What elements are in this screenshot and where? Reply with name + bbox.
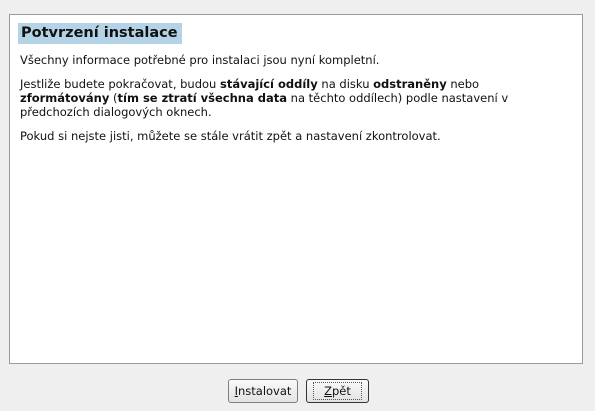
go-back-hint-text: Pokud si nejste jisti, můžete se stále v… [20,129,441,143]
warning-bold-formatted: zformátovány [20,91,110,105]
warning-text-part: na disku [317,77,374,91]
warning-bold-data-loss: tím se ztratí všechna data [117,91,288,105]
button-row: Instalovat Zpět [0,379,595,405]
panel-title: Potvrzení instalace [18,23,182,44]
back-button[interactable]: Zpět [306,379,369,403]
back-button-mnemonic: Z [324,384,332,398]
warning-text-part: Jestliže budete pokračovat, budou [20,77,220,91]
info-complete-text: Všechny informace potřebné pro instalaci… [20,53,380,67]
warning-bold-existing-partitions: stávající oddíly [220,77,318,91]
back-button-label: pět [332,384,351,398]
install-button-label: nstalovat [237,384,292,398]
installation-confirmation-dialog: Potvrzení instalace Všechny informace po… [0,0,595,411]
install-button[interactable]: Instalovat [228,379,298,403]
warning-text-part: ( [109,91,118,105]
warning-text-part: nebo [446,77,480,91]
warning-text: Jestliže budete pokračovat, budou stávaj… [20,77,572,119]
back-button-focus-ring: Zpět [313,382,362,400]
confirmation-text-panel: Potvrzení instalace Všechny informace po… [9,14,583,364]
warning-bold-removed: odstraněny [373,77,447,91]
